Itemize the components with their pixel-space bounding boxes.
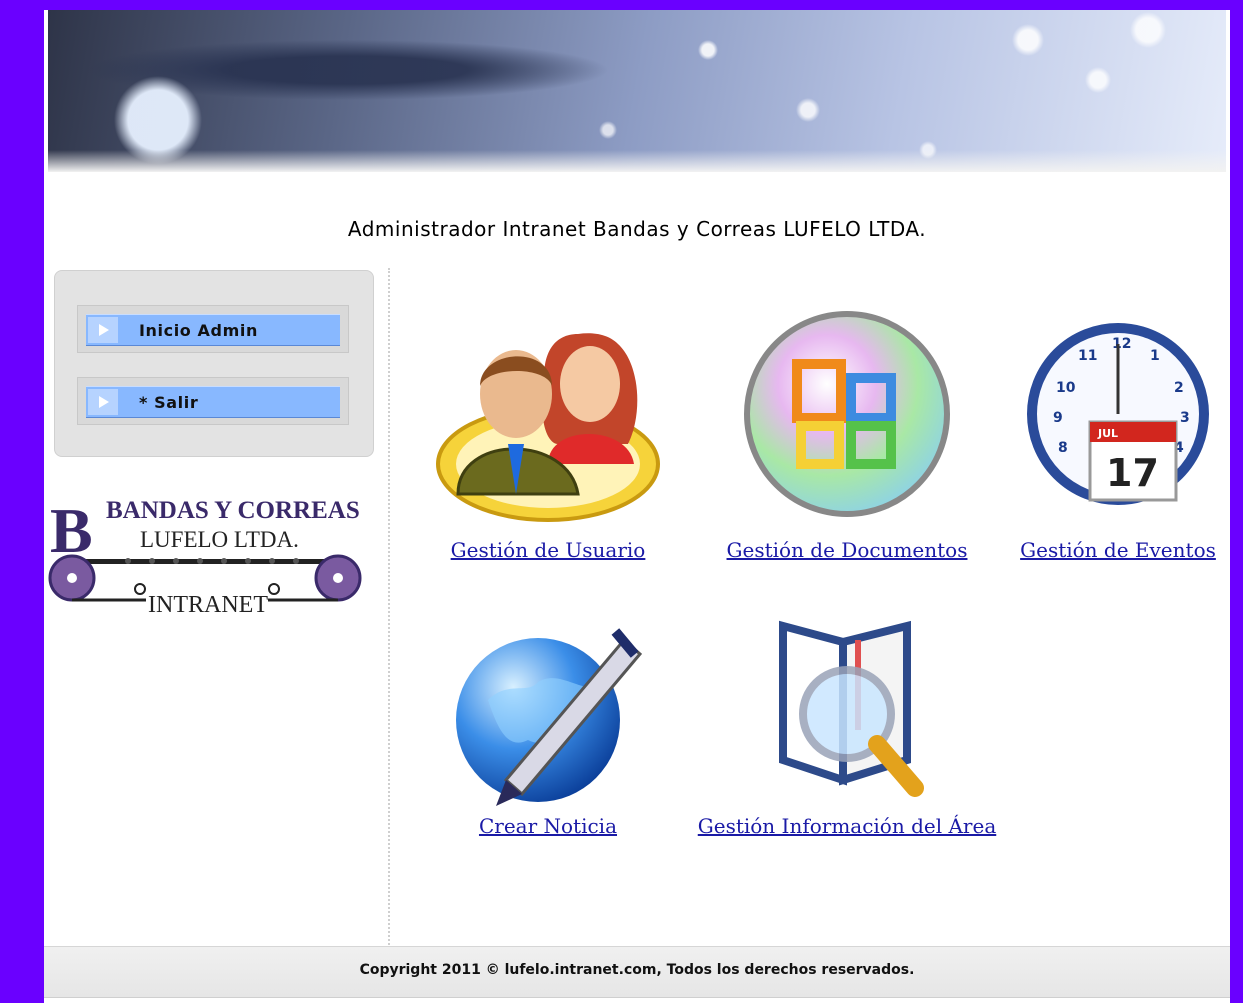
module-crear-noticia: Crear Noticia <box>398 610 698 838</box>
clock-calendar-icon[interactable]: 1212 34 891011 JUL 17 <box>998 294 1238 534</box>
header-banner-image <box>48 10 1226 172</box>
page-title: Administrador Intranet Bandas y Correas … <box>347 217 927 241</box>
book-magnifier-icon[interactable] <box>727 610 967 810</box>
page-container: Administrador Intranet Bandas y Correas … <box>44 10 1230 1003</box>
module-gestion-informacion-area: Gestión Información del Área <box>697 610 997 838</box>
sidebar-menu: Inicio Admin * Salir <box>54 270 374 457</box>
svg-text:3: 3 <box>1180 410 1190 426</box>
svg-text:BANDAS Y CORREAS: BANDAS Y CORREAS <box>106 497 360 524</box>
gestion-documentos-link[interactable]: Gestión de Documentos <box>727 538 968 562</box>
gestion-eventos-link[interactable]: Gestión de Eventos <box>1020 538 1216 562</box>
globe-pen-icon[interactable] <box>428 610 668 810</box>
menu-button[interactable]: * Salir <box>86 386 340 418</box>
company-logo: B BANDAS Y CORREAS LUFELO LTDA. INTRANET <box>48 495 362 618</box>
users-icon[interactable] <box>428 294 668 534</box>
svg-text:1: 1 <box>1150 348 1160 364</box>
svg-text:8: 8 <box>1058 440 1068 456</box>
play-arrow-icon <box>88 389 118 415</box>
svg-text:JUL: JUL <box>1097 427 1118 440</box>
sidebar-item-label: * Salir <box>139 393 199 412</box>
column-divider <box>388 268 390 948</box>
svg-text:LUFELO LTDA.: LUFELO LTDA. <box>140 527 299 552</box>
sidebar-item-inicio-admin[interactable]: Inicio Admin <box>77 305 349 353</box>
menu-button[interactable]: Inicio Admin <box>86 314 340 346</box>
module-gestion-eventos: 12 1 2 34 8 9 10 11 JUL 17 Gestión de Eventos <box>968 294 1243 562</box>
module-gestion-documentos: Gestión de Documentos <box>697 294 997 562</box>
play-arrow-icon <box>88 317 118 343</box>
module-gestion-usuario: Gestión de Usuario <box>398 294 698 562</box>
svg-text:12: 12 <box>1112 336 1131 352</box>
crear-noticia-link[interactable]: Crear Noticia <box>479 814 617 838</box>
gestion-informacion-area-link[interactable]: Gestión Información del Área <box>698 814 997 838</box>
gestion-usuario-link[interactable]: Gestión de Usuario <box>451 538 646 562</box>
office-documents-icon[interactable] <box>727 294 967 534</box>
svg-text:9: 9 <box>1053 410 1063 426</box>
svg-text:INTRANET: INTRANET <box>148 592 268 618</box>
sidebar-item-label: Inicio Admin <box>139 321 258 340</box>
svg-text:11: 11 <box>1078 348 1097 364</box>
svg-text:10: 10 <box>1056 380 1076 396</box>
sidebar-item-salir[interactable]: * Salir <box>77 377 349 425</box>
footer: Copyright 2011 © lufelo.intranet.com, To… <box>44 946 1230 998</box>
svg-text:2: 2 <box>1174 380 1184 396</box>
svg-text:17: 17 <box>1106 451 1159 495</box>
copyright-text: Copyright 2011 © lufelo.intranet.com, To… <box>359 962 915 978</box>
